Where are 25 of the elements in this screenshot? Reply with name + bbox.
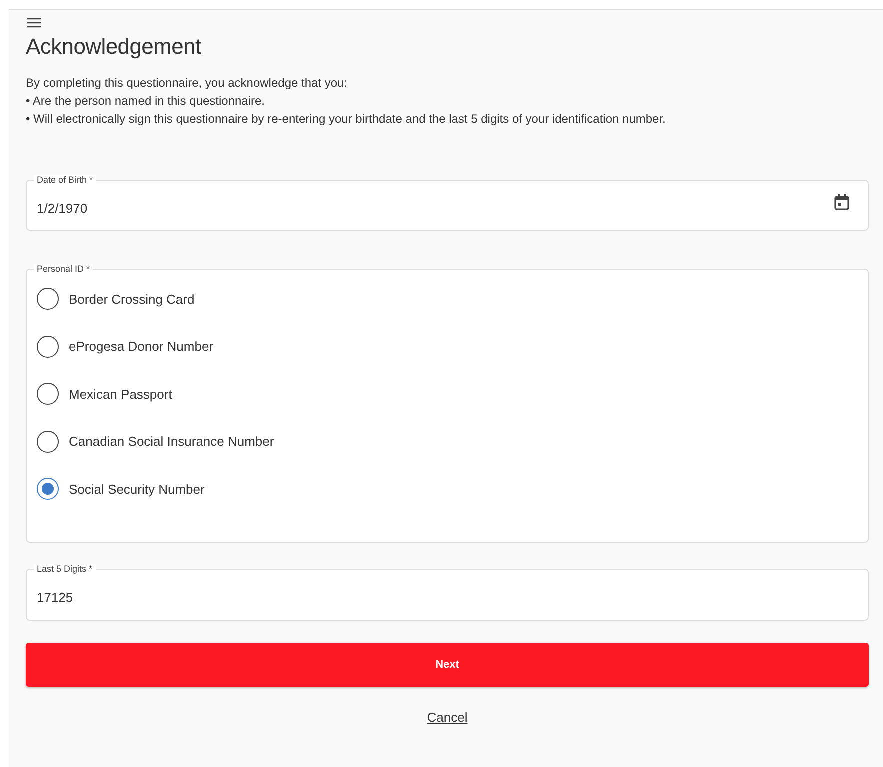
option-label[interactable]: Mexican Passport xyxy=(69,386,172,402)
option-label[interactable]: Social Security Number xyxy=(69,482,205,496)
intro-text: By completing this questionnaire, you acknowledge that you: xyxy=(26,76,349,91)
date-field[interactable]: Date of Birth * 1/2/1970 xyxy=(26,175,869,231)
radio-button[interactable] xyxy=(37,478,59,500)
page-title: Acknowledgement xyxy=(26,34,202,60)
calendar-icon[interactable] xyxy=(834,194,850,210)
radio-button[interactable] xyxy=(37,383,59,405)
field-label: Date of Birth * xyxy=(34,175,96,186)
next-button[interactable]: Next xyxy=(26,643,869,687)
radio-button[interactable] xyxy=(37,430,59,452)
menu-icon[interactable] xyxy=(27,18,41,28)
option-label[interactable]: Border Crossing Card xyxy=(69,292,195,306)
field-label: Personal ID * xyxy=(34,264,94,275)
option-label[interactable]: Canadian Social Insurance Number xyxy=(69,434,274,449)
field-value: 1/2/1970 xyxy=(37,200,88,216)
bullet-text: • Are the person named in this questionnaire. xyxy=(26,94,266,109)
digits-field[interactable]: Last 5 Digits * 17125 xyxy=(26,564,869,621)
cancel-link[interactable]: Cancel xyxy=(427,710,468,725)
radio-button[interactable] xyxy=(37,288,59,310)
option-label[interactable]: eProgesa Donor Number xyxy=(69,339,214,354)
field-label: Last 5 Digits * xyxy=(34,564,96,575)
radio-button[interactable] xyxy=(37,336,59,358)
bullet-text: • Will electronically sign this questionnaire by re-entering your birthdate and the last 5 digits of your identification number. xyxy=(26,112,667,127)
field-value: 17125 xyxy=(37,590,74,605)
